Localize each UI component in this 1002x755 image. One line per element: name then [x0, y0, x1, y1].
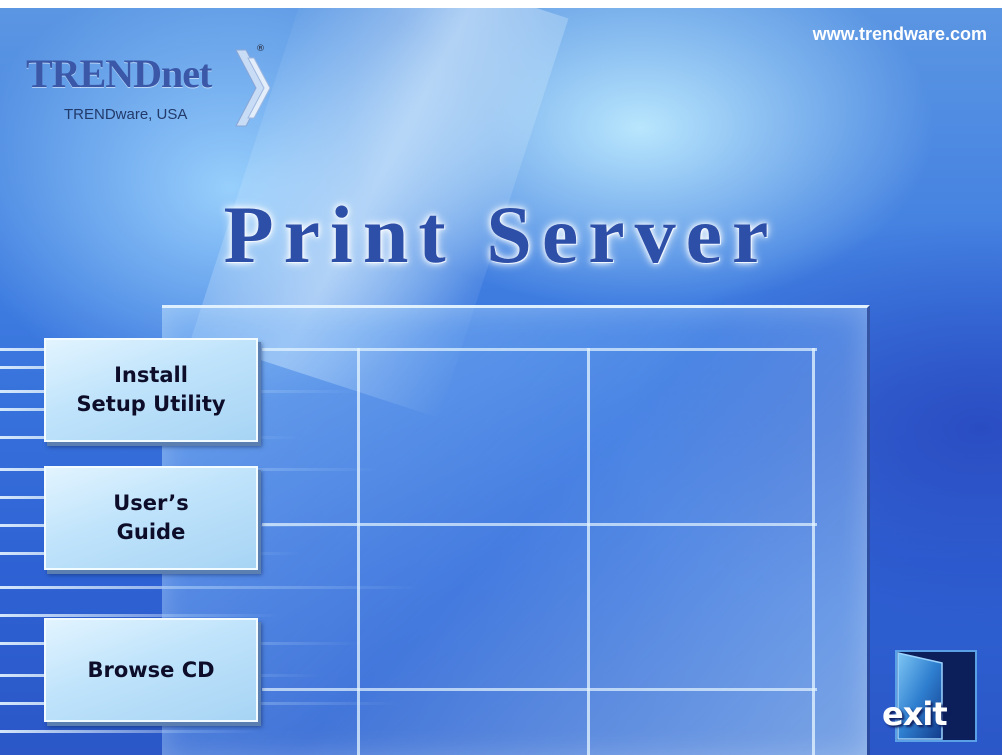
content-panel: [162, 305, 870, 755]
autorun-window: TRENDnet ® TRENDware, USA www.trendware.…: [0, 8, 1002, 755]
browse-cd-button[interactable]: Browse CD: [44, 618, 258, 722]
users-guide-button[interactable]: User’s Guide: [44, 466, 258, 570]
logo-arrow-icon: [235, 49, 271, 127]
install-setup-utility-button[interactable]: Install Setup Utility: [44, 338, 258, 442]
logo-name: TRENDnet: [26, 51, 212, 96]
logo-subtitle: TRENDware, USA: [64, 106, 188, 123]
registered-mark: ®: [256, 44, 265, 54]
website-url[interactable]: www.trendware.com: [813, 24, 987, 45]
page-title: Print Server: [223, 189, 779, 280]
exit-label: exit: [882, 695, 948, 733]
exit-button[interactable]: exit: [876, 643, 978, 743]
trendnet-logo: TRENDnet ® TRENDware, USA: [26, 44, 276, 144]
